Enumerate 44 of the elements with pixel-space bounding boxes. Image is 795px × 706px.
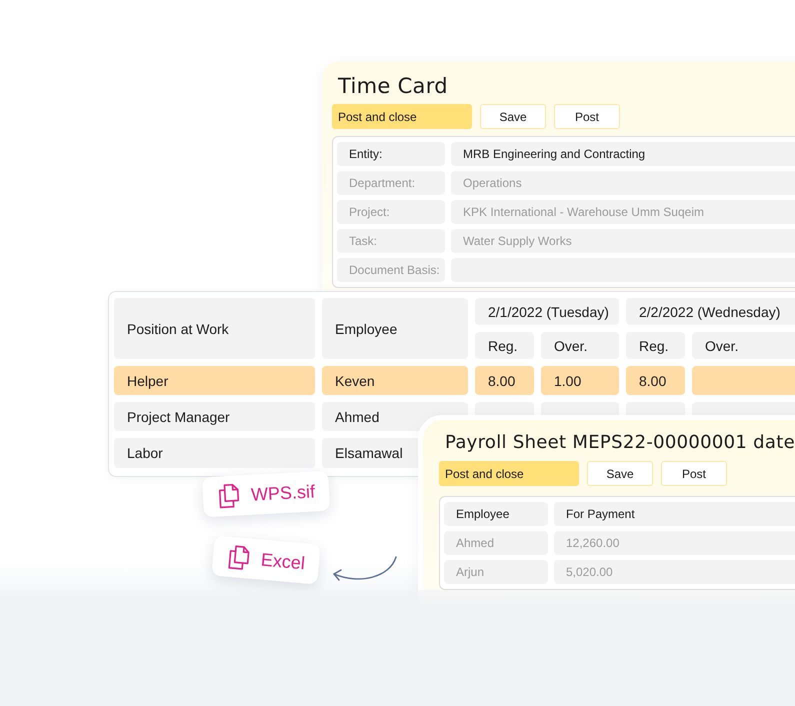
toolbar-button[interactable]: Post (554, 104, 620, 129)
post-and-close-button[interactable]: Post and close (332, 104, 472, 129)
field-value: MRB Engineering and Contracting (451, 142, 795, 166)
table-cell: Keven (322, 366, 468, 395)
export-label: Excel (260, 549, 306, 574)
field-label: Project: (337, 200, 445, 224)
table-cell: 12,260.00 (554, 531, 795, 555)
post-and-close-button[interactable]: Post and close (439, 461, 579, 486)
copy-icon (226, 544, 252, 572)
column-header: Employee (322, 298, 468, 359)
table-cell: 1.00 (541, 366, 619, 395)
export-badge[interactable]: Excel (211, 535, 321, 585)
field-value: KPK International - Warehouse Umm Suqeim (451, 200, 795, 224)
copy-icon (216, 482, 242, 510)
table-cell: Helper (114, 366, 315, 395)
column-header: Position at Work (114, 298, 315, 359)
table-cell: 8.00 (475, 366, 534, 395)
field-value: Operations (451, 171, 795, 195)
column-header: Reg. (475, 332, 534, 359)
field-label: Department: (337, 171, 445, 195)
field-label: Document Basis: (337, 258, 445, 282)
column-header: Over. (541, 332, 619, 359)
export-label: WPS.sif (250, 480, 316, 506)
toolbar-button[interactable]: Save (587, 461, 653, 486)
field-label: Task: (337, 229, 445, 253)
table-cell: Ahmed (444, 531, 548, 555)
table-cell: 5,020.00 (554, 560, 795, 584)
export-badge[interactable]: WPS.sif (202, 470, 330, 518)
date-header: 2/2/2022 (Wednesday) (626, 298, 795, 325)
card-title: Time Card (337, 73, 449, 100)
table-cell: Project Manager (114, 402, 315, 431)
toolbar-button[interactable]: Save (480, 104, 546, 129)
field-value: Water Supply Works (451, 229, 795, 253)
table-cell: Arjun (444, 560, 548, 584)
table-cell: Labor (114, 438, 315, 468)
field-label: Entity: (337, 142, 445, 166)
column-header: For Payment (554, 502, 795, 526)
table-cell: 8.00 (626, 366, 685, 395)
date-header: 2/1/2022 (Tuesday) (475, 298, 619, 325)
curved-arrow (333, 556, 397, 581)
toolbar-button[interactable]: Post (661, 461, 727, 486)
column-header: Over. (692, 332, 795, 359)
column-header: Reg. (626, 332, 685, 359)
column-header: Employee (444, 502, 548, 526)
